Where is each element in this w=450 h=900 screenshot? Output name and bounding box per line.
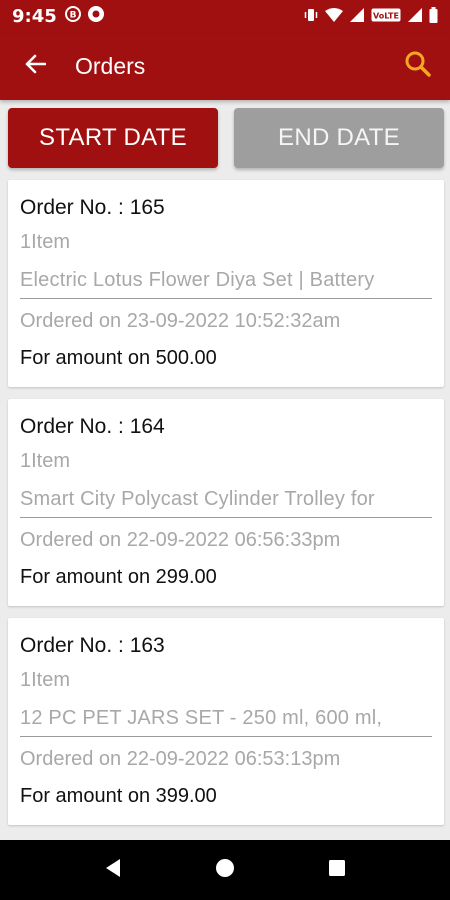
wifi-icon [325,8,343,25]
signal-icon [350,8,364,25]
volte-label: VoLTE [373,12,399,21]
svg-text:B: B [69,11,76,21]
search-button[interactable] [386,33,450,100]
battery-icon [429,7,438,26]
vibrate-icon [304,7,318,26]
order-date: Ordered on 22-09-2022 06:56:33pm [20,529,341,551]
order-card[interactable]: Order No. : 163 1Item 12 PC PET JARS SET… [8,618,444,825]
home-circle-icon [215,858,235,883]
order-product-name: Electric Lotus Flower Diya Set | Battery [20,261,432,299]
order-item-count: 1Item [20,450,71,472]
order-date: Ordered on 23-09-2022 10:52:32am [20,310,341,332]
order-item-count: 1Item [20,231,71,253]
system-nav-bar [0,840,450,900]
message-icon: B [64,6,81,27]
signal-icon-2 [408,8,422,25]
page-title: Orders [75,53,146,79]
date-filter-row: START DATE END DATE [8,108,444,168]
order-number: Order No. : 163 [20,634,165,657]
end-date-button[interactable]: END DATE [234,108,444,168]
order-product-name: Smart City Polycast Cylinder Trolley for [20,480,432,518]
orders-list: Order No. : 165 1Item Electric Lotus Flo… [8,180,444,837]
start-date-button[interactable]: START DATE [8,108,218,168]
nav-recents-button[interactable] [281,840,393,900]
order-item-count: 1Item [20,669,71,691]
order-number: Order No. : 164 [20,415,165,438]
order-product-name: 12 PC PET JARS SET - 250 ml, 600 ml, [20,699,432,737]
search-icon [404,50,432,83]
recents-square-icon [328,859,346,882]
back-button[interactable] [0,33,70,100]
order-amount: For amount on 500.00 [20,347,217,369]
order-card[interactable]: Order No. : 165 1Item Electric Lotus Flo… [8,180,444,387]
circle-app-icon [87,5,105,28]
order-number: Order No. : 165 [20,196,165,219]
order-amount: For amount on 399.00 [20,785,217,807]
status-bar: 9:45 B VoLTE [0,0,450,33]
app-bar: Orders [0,33,450,100]
order-card[interactable]: Order No. : 164 1Item Smart City Polycas… [8,399,444,606]
volte-icon: VoLTE [371,8,401,25]
back-triangle-icon [104,858,122,883]
status-time: 9:45 [12,6,57,27]
back-arrow-icon [24,53,47,80]
nav-home-button[interactable] [169,840,281,900]
nav-back-button[interactable] [57,840,169,900]
order-amount: For amount on 299.00 [20,566,217,588]
order-date: Ordered on 22-09-2022 06:53:13pm [20,748,341,770]
